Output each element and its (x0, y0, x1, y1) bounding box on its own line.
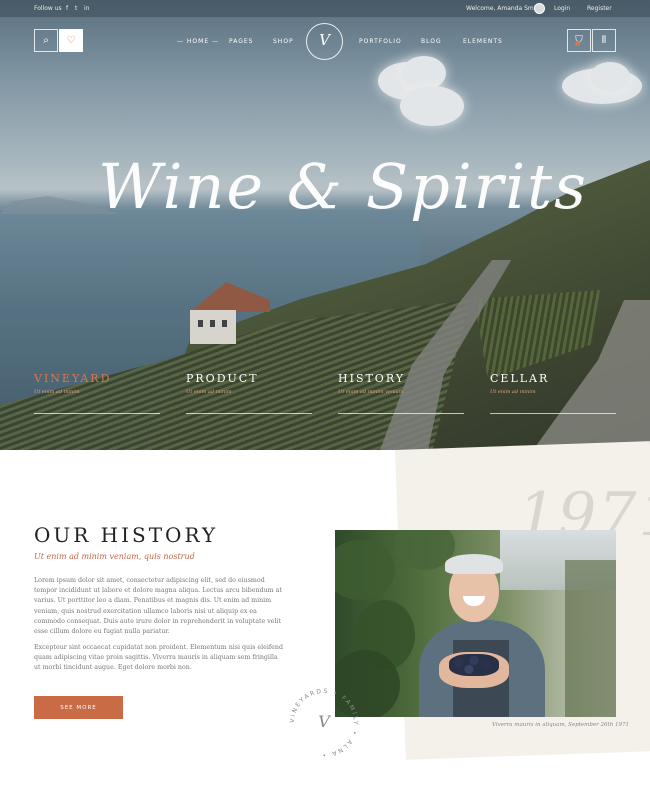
heart-icon: ♡ (66, 35, 76, 46)
photo-blueberries (449, 654, 499, 676)
avatar[interactable] (534, 3, 545, 14)
section-subtitle: Ut enim ad minim veniam, quis nostrud (34, 552, 195, 561)
nav-item-portfolio[interactable]: Portfolio (359, 38, 402, 45)
category-name: History (338, 372, 406, 385)
hero-title: Wine & Spirits (98, 150, 588, 250)
category-name: Product (186, 372, 259, 385)
category-sub: Ut enim ad minim (34, 389, 80, 395)
nav-item-blog[interactable]: Blog (421, 38, 442, 45)
twitter-icon[interactable]: t (75, 5, 77, 12)
photo-headscarf (445, 554, 503, 574)
category-sub: Ut enim ad minim veniam (338, 389, 404, 395)
category-divider (34, 413, 160, 414)
cart-button[interactable]: ⛉ (567, 29, 591, 52)
register-link[interactable]: Register (587, 5, 612, 12)
menu-icon: ⦀ (601, 35, 607, 46)
nav-item-pages[interactable]: Pages (229, 38, 253, 45)
category-history[interactable]: History Ut enim ad minim veniam (338, 372, 464, 414)
see-more-label: See more (60, 704, 97, 711)
photo-leaf (335, 540, 395, 600)
category-name: Cellar (490, 372, 550, 385)
history-paragraph: Excepteur sint occaecat cupidatat non pr… (34, 644, 283, 672)
photo-caption: Viverra mauris in aliquam, September 26t… (492, 722, 630, 728)
site-logo[interactable]: V (306, 23, 343, 60)
wishlist-button[interactable]: ♡ (59, 29, 83, 52)
hero-title-text: Wine & Spirits (98, 150, 588, 223)
history-paragraph: Lorem ipsum dolor sit amet, consectetur … (34, 577, 282, 636)
category-vineyard[interactable]: Vineyard Ut enim ad minim (34, 372, 160, 414)
category-divider (186, 413, 312, 414)
nav-item-elements[interactable]: Elements (463, 38, 503, 45)
login-link[interactable]: Login (554, 5, 570, 12)
category-name: Vineyard (34, 372, 112, 385)
nav-item-home[interactable]: — Home — (177, 38, 219, 45)
cart-badge (575, 41, 580, 46)
welcome-text: Welcome, Amanda Smith (466, 5, 542, 12)
category-divider (338, 413, 464, 414)
category-sub: Ut enim ad minim (186, 389, 232, 395)
menu-button[interactable]: ⦀ (592, 29, 616, 52)
facebook-icon[interactable]: f (66, 5, 68, 12)
search-icon: ⌕ (43, 35, 49, 46)
photo-trees (565, 560, 616, 717)
category-sub: Ut enim ad minim (490, 389, 536, 395)
logo-letter: V (319, 31, 330, 49)
see-more-button[interactable]: See more (34, 696, 123, 719)
category-product[interactable]: Product Ut enim ad minim (186, 372, 312, 414)
top-bar: Follow us f t in Welcome, Amanda Smith L… (0, 0, 650, 17)
follow-us-label: Follow us (34, 5, 62, 12)
category-cellar[interactable]: Cellar Ut enim ad minim (490, 372, 616, 414)
history-photo (335, 530, 616, 717)
vineyard-stamp: VINEYARDS • FAMILY • ALNA • V (283, 682, 365, 764)
section-title: Our History (34, 523, 219, 547)
stamp-letter: V (318, 712, 330, 731)
nav-item-shop[interactable]: Shop (273, 38, 294, 45)
category-divider (490, 413, 616, 414)
nav-item-home-label: Home (186, 38, 210, 45)
search-button[interactable]: ⌕ (34, 29, 58, 52)
linkedin-icon[interactable]: in (84, 5, 89, 12)
